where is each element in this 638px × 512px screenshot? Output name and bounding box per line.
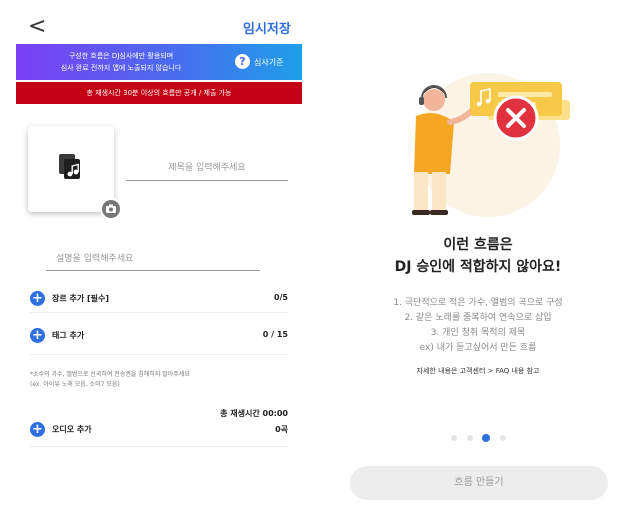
divider <box>30 354 288 355</box>
plus-icon[interactable]: + <box>30 291 45 306</box>
playlist-editor-panel: < 임시저장 구성한 흐름은 DJ심사에만 활용되며 심사 완료 전까지 앱에 … <box>0 0 318 512</box>
add-audio-label: 오디오 추가 <box>52 425 92 434</box>
plus-icon[interactable]: + <box>30 422 45 437</box>
headline-line1: 이런 흐름은 <box>443 237 513 253</box>
title-placeholder: 제목을 입력해주세요 <box>168 163 246 173</box>
add-tag-row[interactable]: + 태그 추가 0 / 15 <box>30 326 288 346</box>
back-chevron-icon[interactable]: < <box>28 14 46 40</box>
description-input[interactable]: 설명을 입력해주세요 <box>46 252 260 271</box>
rule-item: 2. 같은 노래를 중복하여 연속으로 삽입 <box>404 313 552 323</box>
review-info-banner: 구성한 흐름은 DJ심사에만 활용되며 심사 완료 전까지 앱에 노출되지 않습… <box>16 44 302 80</box>
page-dot[interactable] <box>500 435 506 441</box>
create-flow-button[interactable]: 흐름 만들기 <box>350 466 608 500</box>
title-input[interactable]: 제목을 입력해주세요 <box>126 160 288 181</box>
audio-count: 0곡 <box>275 425 288 434</box>
copyright-notice-line1: *소수의 가수, 앨범으로 선곡하여 전송권을 침해하지 말아주세요 <box>30 371 190 378</box>
error-x-icon <box>493 95 539 141</box>
rule-item: ex) 내가 듣고싶어서 만든 흐름 <box>419 343 537 353</box>
description-placeholder: 설명을 입력해주세요 <box>56 254 134 264</box>
faq-help-text: 자세한 내용은 고객센터 > FAQ 내용 참고 <box>416 367 540 375</box>
add-audio-row[interactable]: + 오디오 추가 0곡 <box>30 420 288 440</box>
page-indicator <box>450 434 510 442</box>
divider <box>30 312 288 313</box>
onboarding-panel: 이런 흐름은 DJ 승인에 적합하지 않아요! 1. 극단적으로 적은 가수, … <box>318 0 638 512</box>
genre-count: 0/5 <box>273 293 288 302</box>
plus-icon[interactable]: + <box>30 328 45 343</box>
add-tag-label: 태그 추가 <box>52 331 85 340</box>
page-dot-active[interactable] <box>482 434 490 442</box>
review-info-text: 구성한 흐름은 DJ심사에만 활용되며 심사 완료 전까지 앱에 노출되지 않습… <box>16 50 226 74</box>
rule-item: 1. 극단적으로 적은 가수, 앨범의 곡으로 구성 <box>393 298 563 308</box>
play-time-notice-banner: 총 재생시간 30분 이상의 흐름만 공개 / 제출 가능 <box>16 82 302 104</box>
temp-save-button[interactable]: 임시저장 <box>243 18 291 37</box>
rule-item: 3. 개인 청취 목적의 제목 <box>430 328 526 338</box>
total-play-time: 총 재생시간 00:00 <box>220 409 288 418</box>
question-icon[interactable]: ? <box>235 54 250 69</box>
add-genre-row[interactable]: + 장르 추가 [필수] 0/5 <box>30 289 288 309</box>
rules-list: 1. 극단적으로 적은 가수, 앨범의 곡으로 구성 2. 같은 노래를 중복하… <box>318 296 638 356</box>
review-criteria-link[interactable]: 심사기준 <box>254 57 283 68</box>
review-info-line1: 구성한 흐름은 DJ심사에만 활용되며 <box>68 52 174 60</box>
tag-count: 0 / 15 <box>262 330 288 339</box>
copyright-notice-line2: (ex. 아이유 노래 모음, 소미7 모음) <box>30 381 120 388</box>
onboarding-headline: 이런 흐름은 DJ 승인에 적합하지 않아요! <box>318 234 638 278</box>
add-genre-label: 장르 추가 [필수] <box>52 294 110 303</box>
page-dot[interactable] <box>467 435 473 441</box>
headline-line2: DJ 승인에 적합하지 않아요! <box>394 259 562 275</box>
page-dot[interactable] <box>451 435 457 441</box>
review-info-line2: 심사 완료 전까지 앱에 노출되지 않습니다 <box>60 64 182 72</box>
camera-icon[interactable] <box>100 198 122 220</box>
play-time-notice-text: 총 재생시간 30분 이상의 흐름만 공개 / 제출 가능 <box>86 89 232 97</box>
illustration <box>412 73 570 217</box>
copyright-notice: *소수의 가수, 앨범으로 선곡하여 전송권을 침해하지 말아주세요 (ex. … <box>30 370 190 390</box>
music-doc-icon <box>59 154 80 179</box>
divider <box>30 446 288 447</box>
